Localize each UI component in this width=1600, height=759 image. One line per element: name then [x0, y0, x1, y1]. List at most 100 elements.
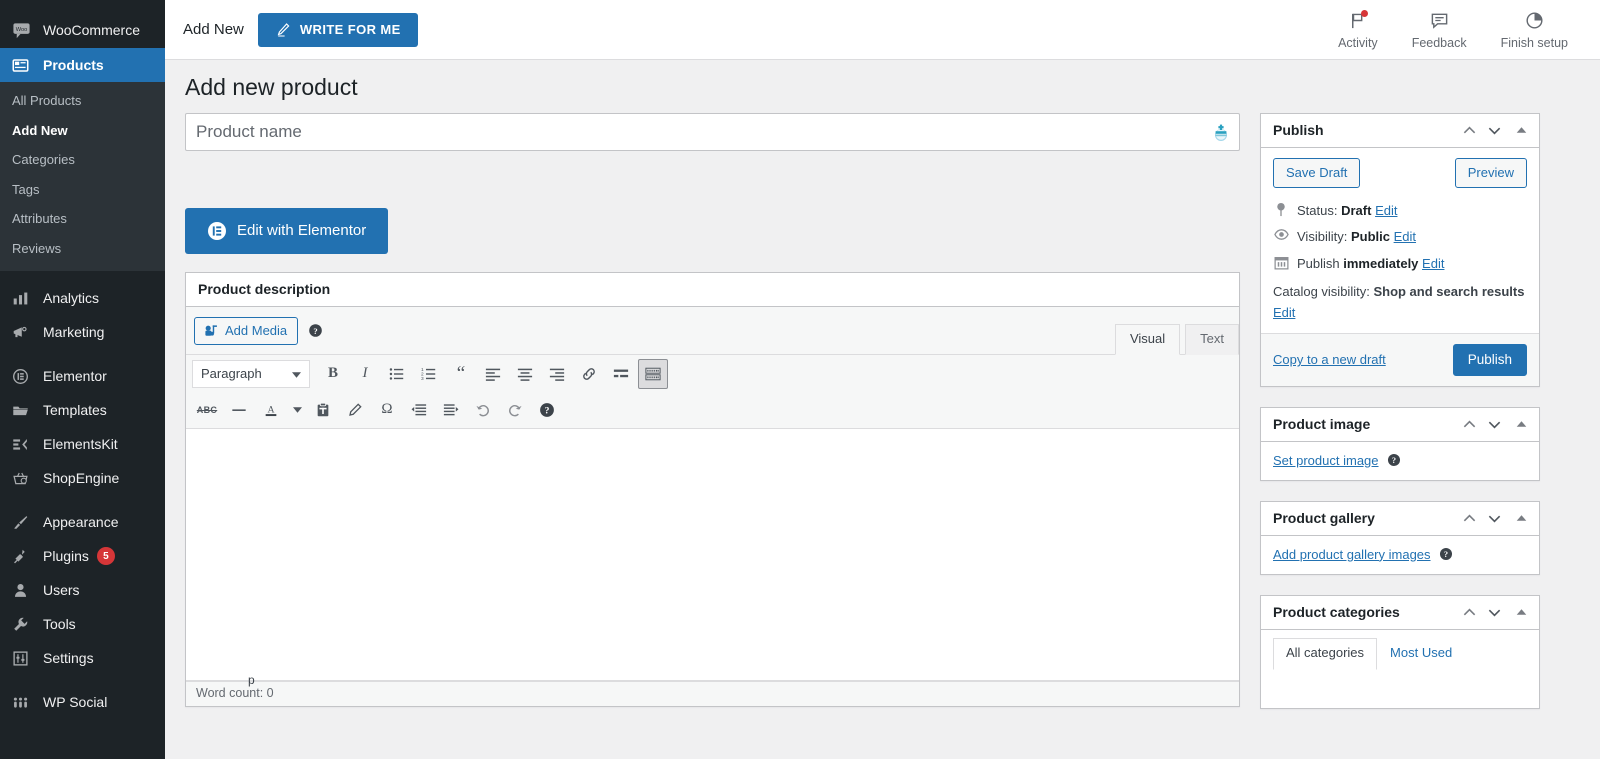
sidebar-item-label: Plugins — [43, 548, 89, 565]
product-name-field-wrapper — [185, 112, 1240, 151]
sidebar-item-products[interactable]: Products — [0, 48, 165, 82]
text-color-button[interactable]: A — [256, 395, 286, 425]
sidebar-item-analytics[interactable]: Analytics — [0, 281, 165, 315]
yoast-seo-icon[interactable] — [1211, 122, 1231, 142]
collapse-toggle-icon[interactable] — [1516, 126, 1527, 134]
product-gallery-help-icon[interactable]: ? — [1439, 547, 1453, 561]
set-product-image-link[interactable]: Set product image — [1273, 453, 1379, 468]
edit-with-elementor-label: Edit with Elementor — [237, 222, 367, 240]
edit-with-elementor-button[interactable]: Edit with Elementor — [185, 207, 389, 254]
folder-icon — [12, 400, 36, 420]
sidebar-item-woocommerce[interactable]: Woo WooCommerce — [0, 12, 165, 48]
publish-button[interactable]: Publish — [1452, 343, 1527, 376]
product-name-input[interactable] — [186, 113, 1239, 150]
sidebar-item-templates[interactable]: Templates — [0, 393, 165, 427]
undo-button[interactable] — [468, 395, 498, 425]
italic-button[interactable]: I — [350, 359, 380, 389]
catalog-visibility-edit-link[interactable]: Edit — [1273, 305, 1295, 320]
product-image-help-icon[interactable]: ? — [1387, 453, 1401, 467]
svg-text:?: ? — [1391, 456, 1395, 465]
product-image-box: Product image Set product image ? — [1260, 406, 1540, 481]
add-product-gallery-images-link[interactable]: Add product gallery images — [1273, 547, 1431, 562]
decrease-indent-button[interactable] — [404, 395, 434, 425]
submenu-item-reviews[interactable]: Reviews — [0, 234, 165, 264]
sidebar-item-shopengine[interactable]: ShopEngine — [0, 461, 165, 495]
sidebar-item-elementskit[interactable]: ElementsKit — [0, 427, 165, 461]
preview-button[interactable]: Preview — [1454, 157, 1527, 188]
save-draft-button[interactable]: Save Draft — [1273, 157, 1361, 188]
pencil-icon — [275, 22, 291, 38]
move-down-icon[interactable] — [1487, 605, 1502, 620]
activity-button[interactable]: Activity — [1338, 9, 1378, 50]
text-color-caret-icon[interactable] — [288, 395, 306, 425]
paste-as-text-button[interactable] — [308, 395, 338, 425]
move-down-icon[interactable] — [1487, 417, 1502, 432]
visibility-edit-link[interactable]: Edit — [1394, 229, 1416, 244]
sidebar-item-label: ShopEngine — [43, 470, 120, 487]
write-for-me-button[interactable]: WRITE FOR ME — [257, 12, 418, 47]
horizontal-rule-button[interactable] — [224, 395, 254, 425]
feedback-button[interactable]: Feedback — [1412, 10, 1467, 50]
tab-most-used[interactable]: Most Used — [1377, 638, 1465, 670]
submenu-item-tags[interactable]: Tags — [0, 175, 165, 205]
numbered-list-button[interactable]: 123 — [414, 359, 444, 389]
add-media-help-icon[interactable]: ? — [308, 323, 323, 338]
redo-button[interactable] — [500, 395, 530, 425]
move-up-icon[interactable] — [1462, 605, 1477, 620]
word-count: Word count: 0 — [196, 685, 274, 700]
align-center-button[interactable] — [510, 359, 540, 389]
sidebar-item-elementor[interactable]: Elementor — [0, 359, 165, 393]
submenu-item-attributes[interactable]: Attributes — [0, 204, 165, 234]
blockquote-button[interactable]: “ — [446, 359, 476, 389]
submenu-item-categories[interactable]: Categories — [0, 145, 165, 175]
visibility-row: Visibility: Public Edit — [1261, 220, 1539, 247]
increase-indent-button[interactable] — [436, 395, 466, 425]
analytics-icon — [12, 288, 36, 308]
tab-visual[interactable]: Visual — [1114, 323, 1181, 355]
strikethrough-button[interactable]: ABC — [192, 395, 222, 425]
sidebar-item-wp-social[interactable]: WP Social — [0, 685, 165, 719]
clear-formatting-button[interactable] — [340, 395, 370, 425]
add-media-button[interactable]: Add Media — [194, 316, 299, 345]
sidebar-item-appearance[interactable]: Appearance — [0, 505, 165, 539]
bulleted-list-button[interactable] — [382, 359, 412, 389]
keyboard-shortcuts-button[interactable]: ? — [532, 395, 562, 425]
move-down-icon[interactable] — [1487, 511, 1502, 526]
sidebar-item-users[interactable]: Users — [0, 573, 165, 607]
insert-link-button[interactable] — [574, 359, 604, 389]
product-gallery-body: Add product gallery images ? — [1261, 536, 1539, 574]
svg-text:Woo: Woo — [16, 26, 28, 32]
tab-all-categories[interactable]: All categories — [1273, 637, 1378, 670]
submenu-item-all-products[interactable]: All Products — [0, 86, 165, 116]
move-up-icon[interactable] — [1462, 417, 1477, 432]
sidebar-item-plugins[interactable]: Plugins 5 — [0, 539, 165, 573]
submenu-item-add-new[interactable]: Add New — [0, 116, 165, 146]
toolbar-toggle-button[interactable] — [638, 358, 668, 389]
sidebar-item-marketing[interactable]: Marketing — [0, 315, 165, 349]
copy-to-new-draft-link[interactable]: Copy to a new draft — [1273, 352, 1386, 367]
move-up-icon[interactable] — [1462, 511, 1477, 526]
sidebar-item-label: Marketing — [43, 324, 105, 341]
products-submenu: All Products Add New Categories Tags Att… — [0, 82, 165, 272]
status-edit-link[interactable]: Edit — [1375, 203, 1397, 218]
collapse-toggle-icon[interactable] — [1516, 608, 1527, 616]
paragraph-format-select[interactable]: Paragraph — [192, 359, 310, 388]
align-right-button[interactable] — [542, 359, 572, 389]
editor-mode-tabs: Visual Text — [1110, 323, 1239, 355]
collapse-toggle-icon[interactable] — [1516, 514, 1527, 522]
align-left-button[interactable] — [478, 359, 508, 389]
product-categories-list[interactable] — [1261, 669, 1539, 708]
collapse-toggle-icon[interactable] — [1516, 420, 1527, 428]
bold-button[interactable]: B — [318, 359, 348, 389]
sidebar-item-settings[interactable]: Settings — [0, 641, 165, 675]
publish-date-edit-link[interactable]: Edit — [1422, 256, 1444, 271]
tab-text[interactable]: Text — [1185, 323, 1239, 355]
special-character-button[interactable]: Ω — [372, 395, 402, 425]
menu-separator — [0, 495, 165, 505]
move-up-icon[interactable] — [1462, 123, 1477, 138]
read-more-button[interactable] — [606, 359, 636, 389]
product-description-editor-area[interactable] — [186, 428, 1239, 681]
move-down-icon[interactable] — [1487, 123, 1502, 138]
sidebar-item-tools[interactable]: Tools — [0, 607, 165, 641]
finish-setup-button[interactable]: Finish setup — [1501, 10, 1568, 50]
